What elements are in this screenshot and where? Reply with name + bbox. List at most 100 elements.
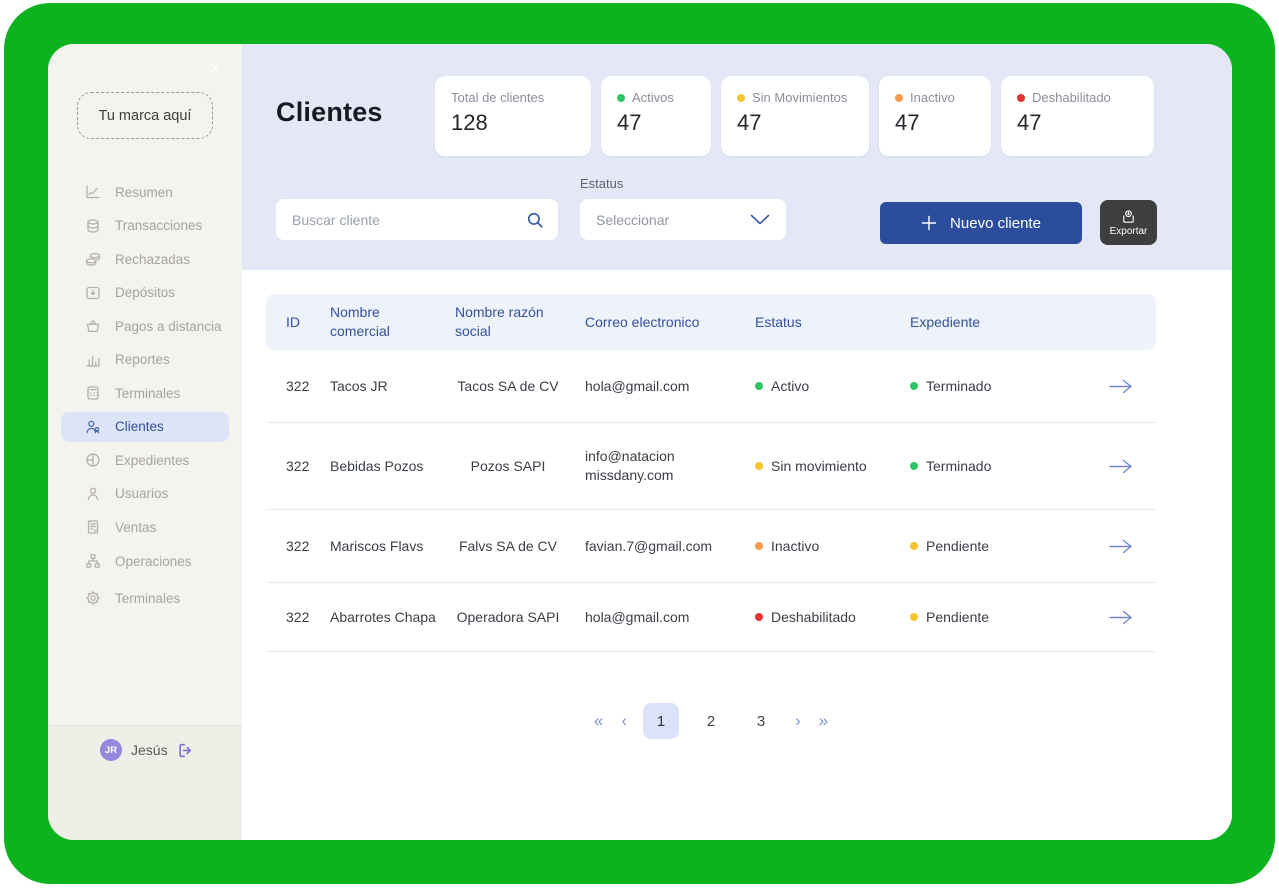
- status-dot: [755, 612, 763, 621]
- cell-actions: [1080, 370, 1156, 403]
- pagination-page-2[interactable]: 2: [693, 703, 729, 739]
- sidebar-item-terminales[interactable]: Terminales: [61, 378, 229, 408]
- sidebar-item-rechazadas[interactable]: Rechazadas: [61, 244, 229, 274]
- cell-correo: hola@gmail.com: [585, 377, 690, 394]
- coins-rejected-icon: [85, 252, 101, 266]
- sidebar-item-transacciones[interactable]: Transacciones: [61, 211, 229, 241]
- arrow-right-icon: [1109, 379, 1132, 393]
- column-header-estatus: Estatus: [755, 313, 802, 330]
- cell-razon-social: Falvs SA de CV: [458, 537, 558, 554]
- cell-nombre-comercial: Abarrotes Chapa: [330, 608, 436, 625]
- stat-value: 47: [737, 110, 762, 135]
- search-box: [276, 199, 558, 240]
- open-row-button[interactable]: [1108, 458, 1133, 475]
- cell-correo: favian.7@gmail.com: [585, 537, 713, 554]
- cell-estatus: Activo: [745, 369, 900, 404]
- open-row-button[interactable]: [1108, 538, 1133, 555]
- stat-card-deshabilitado: Deshabilitado 47: [1001, 76, 1154, 156]
- sidebar-item-reportes[interactable]: Reportes: [61, 345, 229, 375]
- new-client-button[interactable]: Nuevo cliente: [880, 202, 1082, 244]
- cell-expediente: Pendiente: [900, 600, 1080, 635]
- stat-value: 47: [895, 110, 920, 135]
- sidebar-item-depositos[interactable]: Depósitos: [61, 278, 229, 308]
- search-icon: [527, 212, 543, 228]
- open-row-button[interactable]: [1108, 609, 1133, 626]
- column-header-correo: Correo electronico: [585, 313, 700, 330]
- bar-chart-icon: [86, 355, 100, 367]
- table-row: 322 Abarrotes Chapa Operadora SAPI hola@…: [266, 583, 1156, 652]
- pagination-first-button[interactable]: «: [592, 711, 605, 731]
- cell-correo: info@natacion missdany.com: [585, 448, 675, 483]
- stat-label: Total de clientes: [451, 90, 545, 105]
- status-dot: [755, 461, 763, 470]
- search-input[interactable]: [290, 210, 526, 229]
- cell-expediente: Pendiente: [900, 529, 1080, 564]
- stat-card-total: Total de clientes 128: [435, 76, 591, 156]
- page-header: Clientes Total de clientes 128 Activos 4…: [242, 44, 1232, 270]
- table-row: 322 Bebidas Pozos Pozos SAPI info@nataci…: [266, 423, 1156, 510]
- export-button[interactable]: Exportar: [1100, 200, 1157, 245]
- cell-nombre-comercial: Tacos JR: [330, 377, 388, 394]
- cell-estatus: Sin movimiento: [745, 449, 900, 484]
- cell-id: 322: [286, 377, 310, 394]
- open-row-button[interactable]: [1108, 378, 1133, 395]
- arrow-right-icon: [1109, 539, 1132, 553]
- select-value: Seleccionar: [596, 211, 670, 228]
- pagination-prev-button[interactable]: ‹: [619, 711, 629, 731]
- pie-chart-icon: [86, 453, 100, 467]
- sidebar: × Tu marca aquí Resumen Transacciones Re…: [48, 44, 242, 840]
- stat-value: 128: [451, 110, 488, 135]
- pagination-last-button[interactable]: »: [817, 711, 830, 731]
- cell-expediente: Terminado: [900, 369, 1080, 404]
- status-dot: [755, 381, 763, 390]
- sidebar-item-label: Transacciones: [115, 218, 203, 233]
- sidebar-item-usuarios[interactable]: Usuarios: [61, 479, 229, 509]
- status-dot: [910, 541, 918, 550]
- org-chart-icon: [86, 554, 100, 568]
- cell-expediente: Terminado: [900, 449, 1080, 484]
- cell-actions: [1080, 450, 1156, 483]
- status-dot: [910, 612, 918, 621]
- status-filter-select[interactable]: Seleccionar: [580, 199, 786, 240]
- sidebar-menu: Resumen Transacciones Rechazadas Depósit…: [48, 177, 242, 725]
- pagination-page-1[interactable]: 1: [643, 703, 679, 739]
- sidebar-item-expedientes[interactable]: Expedientes: [61, 445, 229, 475]
- sidebar-item-clientes[interactable]: Clientes: [61, 411, 229, 442]
- pagination-next-button[interactable]: ›: [793, 711, 803, 731]
- close-icon[interactable]: ×: [210, 60, 220, 77]
- cell-estatus: Deshabilitado: [745, 600, 900, 635]
- stat-card-activos: Activos 47: [601, 76, 711, 156]
- sidebar-item-label: Usuarios: [115, 486, 169, 501]
- cell-nombre-comercial: Bebidas Pozos: [330, 457, 424, 474]
- stat-label: Activos: [617, 90, 695, 105]
- sidebar-item-terminales-config[interactable]: Terminales: [61, 583, 229, 613]
- cell-actions: [1080, 530, 1156, 563]
- sidebar-item-ventas[interactable]: Ventas: [61, 512, 229, 542]
- sidebar-item-operaciones[interactable]: Operaciones: [61, 546, 229, 576]
- sidebar-item-pagos-a-distancia[interactable]: Pagos a distancia: [61, 311, 229, 341]
- stat-value: 47: [617, 110, 642, 135]
- gear-icon: [85, 590, 101, 606]
- status-dot: [755, 541, 763, 550]
- status-filter-label: Estatus: [580, 176, 624, 191]
- table-row: 322 Tacos JR Tacos SA de CV hola@gmail.c…: [266, 350, 1156, 423]
- sidebar-item-resumen[interactable]: Resumen: [61, 177, 229, 207]
- logout-button[interactable]: [177, 739, 194, 761]
- cell-id: 322: [286, 457, 310, 474]
- sidebar-item-label: Ventas: [115, 519, 157, 535]
- status-dot: [910, 381, 918, 390]
- logout-icon: [178, 743, 191, 757]
- app-window: × Tu marca aquí Resumen Transacciones Re…: [48, 44, 1232, 840]
- stat-value: 47: [1017, 110, 1042, 135]
- sidebar-item-label: Terminales: [115, 590, 181, 606]
- cell-id: 322: [286, 608, 310, 625]
- sidebar-item-label: Depósitos: [115, 285, 176, 300]
- cell-razon-social: Tacos SA de CV: [457, 377, 559, 394]
- users-icon: [86, 420, 100, 433]
- status-dot: [737, 93, 745, 102]
- stats-row: Total de clientes 128 Activos 47 Sin Mov…: [435, 76, 1154, 156]
- pagination-page-3[interactable]: 3: [743, 703, 779, 739]
- stat-label: Inactivo: [895, 90, 975, 105]
- cell-estatus: Inactivo: [745, 529, 900, 564]
- sidebar-footer: JR Jesús: [48, 725, 242, 840]
